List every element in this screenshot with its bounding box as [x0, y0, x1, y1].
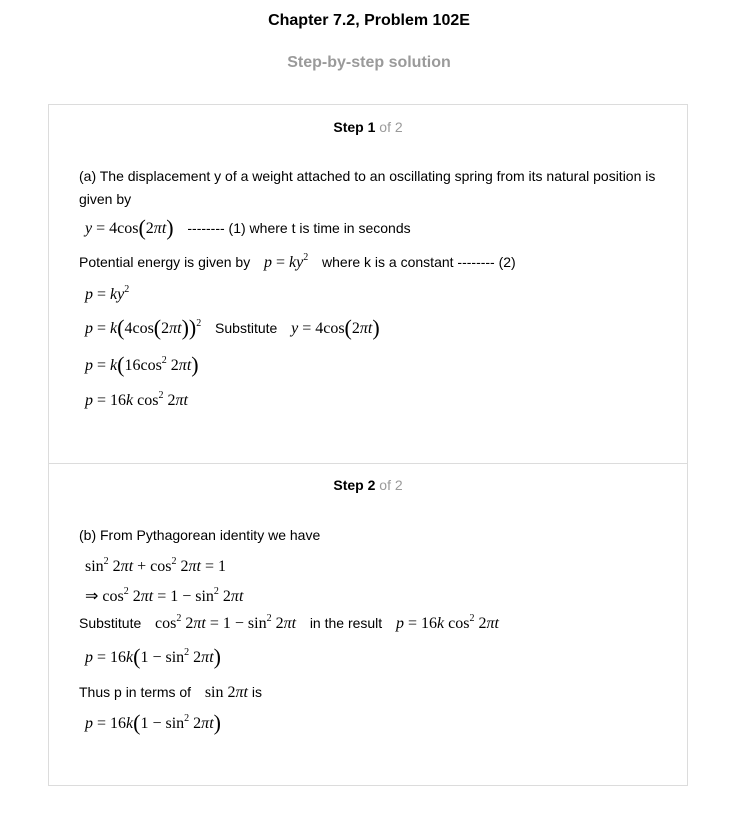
step-1-intro: (a) The displacement y of a weight attac… [79, 168, 656, 207]
page-subtitle: Step-by-step solution [287, 54, 451, 71]
math-line-1: p = ky2 [85, 284, 130, 304]
equation-1: y = 4cos(2πt) -------- (1) where t is ti… [85, 215, 411, 240]
math-line-6: p = 16k(1 − sin2 2πt) [85, 710, 221, 735]
substitute-label: Substitute [215, 320, 278, 336]
math-p-equals-ky2: p = ky2 [264, 252, 309, 272]
page-title: Chapter 7.2, Problem 102E [268, 12, 470, 29]
pe-text: Potential energy is given by [79, 254, 251, 270]
math-y-equals: y = 4cos(2πt) [85, 215, 174, 240]
is-text: is [251, 684, 262, 700]
pe-note: where k is a constant -------- (2) [322, 254, 516, 270]
step-2-of: of 2 [379, 477, 403, 493]
step-1-header: Step 1 of 2 [49, 119, 687, 135]
thus-text-line: Thus p in terms of sin 2πt is [79, 684, 262, 701]
in-result-label: in the result [309, 615, 383, 631]
math-line-5: p = 16k(1 − sin2 2πt) [85, 644, 221, 669]
substitute-line: Substitute cos2 2πt = 1 − sin2 2πt in th… [79, 613, 499, 633]
equation-1-note: -------- (1) where t is time in seconds [187, 220, 411, 236]
step-2-header: Step 2 of 2 [49, 477, 687, 493]
substitute-label-2: Substitute [79, 615, 142, 631]
potential-energy-line: Potential energy is given by p = ky2 whe… [79, 252, 516, 273]
step-1: Step 1 of 2 (a) The displacement y of a … [49, 105, 687, 464]
step-1-number: 1 [367, 119, 376, 135]
solution-card: Step 1 of 2 (a) The displacement y of a … [48, 104, 688, 786]
math-line-2: p = k(4cos(2πt))2 Substitute y = 4cos(2π… [85, 315, 380, 340]
identity-line-2: ⇒ cos2 2πt = 1 − sin2 2πt [85, 586, 244, 606]
math-line-4: p = 16k cos2 2πt [85, 390, 188, 410]
step-2-label: Step [333, 477, 364, 493]
thus-text: Thus p in terms of [79, 684, 192, 700]
identity-line-1: sin2 2πt + cos2 2πt = 1 [85, 556, 226, 576]
step-2: Step 2 of 2 (b) From Pythagorean identit… [49, 463, 687, 785]
step-2-intro: (b) From Pythagorean identity we have [79, 527, 321, 543]
step-1-of: of 2 [379, 119, 403, 135]
step-1-label: Step [333, 119, 364, 135]
math-line-3: p = k(16cos2 2πt) [85, 352, 199, 377]
step-2-number: 2 [367, 477, 376, 493]
